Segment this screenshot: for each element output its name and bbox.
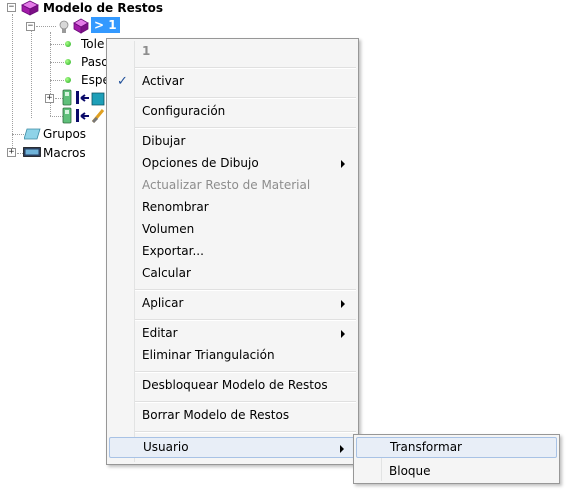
menu-separator xyxy=(135,97,356,99)
expand-toggle[interactable]: + xyxy=(45,94,54,103)
tree-child-item[interactable]: Tole xyxy=(81,36,104,52)
menu-item-label: Actualizar Resto de Material xyxy=(142,178,311,192)
menu-separator xyxy=(135,67,356,69)
menu-item-label: Usuario xyxy=(143,440,189,454)
status-dot-icon xyxy=(65,41,71,47)
tree-line xyxy=(12,14,13,154)
tree-line xyxy=(12,134,24,135)
stock-model-icon xyxy=(21,0,39,16)
submenu-item-transformar[interactable]: Transformar xyxy=(356,437,557,458)
context-menu: 1 ✓ Activar Configuración Dibujar Opcion… xyxy=(106,38,359,465)
menu-item-desbloquear[interactable]: Desbloquear Modelo de Restos xyxy=(109,375,356,396)
boundary-link-icon[interactable] xyxy=(62,89,106,107)
status-dot-icon xyxy=(65,59,71,65)
menu-separator xyxy=(135,289,356,291)
menu-item-label: Exportar... xyxy=(142,244,204,258)
menu-item-label: Bloque xyxy=(389,464,431,478)
submenu-arrow-icon xyxy=(341,300,345,308)
menu-item-eliminar-triangulacion[interactable]: Eliminar Triangulación xyxy=(109,345,356,366)
menu-header: 1 xyxy=(142,44,151,58)
menu-item-calcular[interactable]: Calcular xyxy=(109,263,356,284)
menu-item-label: Editar xyxy=(142,326,178,340)
menu-item-volumen[interactable]: Volumen xyxy=(109,219,356,240)
menu-item-label: Aplicar xyxy=(142,296,184,310)
menu-item-actualizar-resto: Actualizar Resto de Material xyxy=(109,175,356,196)
menu-item-exportar[interactable]: Exportar... xyxy=(109,241,356,262)
tree-line xyxy=(31,28,32,118)
menu-item-label: Volumen xyxy=(142,222,195,236)
menu-item-dibujar[interactable]: Dibujar xyxy=(109,131,356,152)
menu-item-aplicar[interactable]: Aplicar xyxy=(109,293,356,314)
tree-item-grupos[interactable]: Grupos xyxy=(43,126,86,142)
tree-item-macros[interactable]: Macros xyxy=(43,145,86,161)
menu-item-activar[interactable]: ✓ Activar xyxy=(109,71,356,92)
lightbulb-icon[interactable] xyxy=(58,19,70,35)
menu-separator xyxy=(135,431,356,433)
menu-item-opciones-dibujo[interactable]: Opciones de Dibujo xyxy=(109,153,356,174)
submenu-arrow-icon xyxy=(340,445,344,453)
tree-line xyxy=(36,26,56,27)
menu-item-renombrar[interactable]: Renombrar xyxy=(109,197,356,218)
submenu-item-bloque[interactable]: Bloque xyxy=(356,461,557,482)
menu-item-editar[interactable]: Editar xyxy=(109,323,356,344)
menu-item-label: Activar xyxy=(142,74,185,88)
menu-item-label: Dibujar xyxy=(142,134,186,148)
menu-item-usuario[interactable]: Usuario xyxy=(109,437,356,458)
menu-item-label: Calcular xyxy=(142,266,191,280)
menu-item-label: Opciones de Dibujo xyxy=(142,156,259,170)
tree-line xyxy=(50,62,64,63)
usuario-submenu: Transformar Bloque xyxy=(353,434,560,484)
groups-icon xyxy=(24,128,41,140)
menu-item-label: Eliminar Triangulación xyxy=(142,348,275,362)
tree-selected-item[interactable]: > 1 xyxy=(91,17,120,33)
menu-item-label: Renombrar xyxy=(142,200,209,214)
tree-child-item[interactable]: Paso xyxy=(81,54,109,70)
macros-icon xyxy=(23,147,41,157)
menu-separator xyxy=(135,127,356,129)
menu-item-label: Borrar Modelo de Restos xyxy=(142,408,290,422)
submenu-arrow-icon xyxy=(341,160,345,168)
status-dot-icon xyxy=(65,77,71,83)
checkmark-icon: ✓ xyxy=(117,74,128,89)
menu-item-label: Desbloquear Modelo de Restos xyxy=(142,378,328,392)
tree-line xyxy=(50,80,64,81)
tree-line xyxy=(50,44,64,45)
collapse-toggle-item[interactable]: − xyxy=(26,22,35,31)
submenu-arrow-icon xyxy=(341,330,345,338)
menu-separator xyxy=(135,319,356,321)
menu-item-label: Configuración xyxy=(142,104,226,118)
tree-root-label[interactable]: Modelo de Restos xyxy=(43,0,163,16)
menu-item-configuracion[interactable]: Configuración xyxy=(109,101,356,122)
menu-separator xyxy=(135,371,356,373)
menu-separator xyxy=(135,401,356,403)
collapse-toggle-root[interactable]: − xyxy=(7,3,16,12)
toolpath-link-icon[interactable] xyxy=(62,107,106,125)
expand-toggle-macros[interactable]: + xyxy=(7,148,16,157)
menu-item-label: Transformar xyxy=(390,440,462,454)
menu-item-borrar[interactable]: Borrar Modelo de Restos xyxy=(109,405,356,426)
stock-model-icon xyxy=(73,18,89,34)
